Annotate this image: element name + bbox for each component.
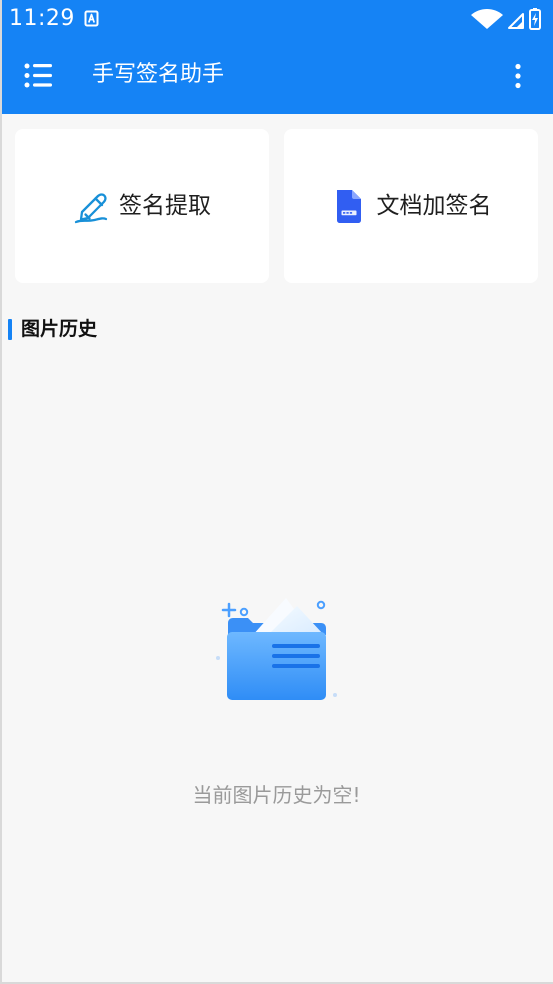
status-time: 11:29 — [9, 6, 75, 31]
battery-charging-icon — [529, 8, 541, 30]
signature-extract-content: 签名提取 — [15, 187, 269, 225]
document-signature-label: 文档加签名 — [376, 193, 492, 219]
image-history-title: 图片历史 — [21, 318, 98, 340]
more-options-button[interactable] — [514, 63, 522, 89]
document-icon — [336, 190, 361, 223]
section-marker — [8, 318, 12, 340]
document-signature-card[interactable]: 文档加签名 — [284, 129, 538, 283]
document-signature-content: 文档加签名 — [284, 187, 538, 225]
left-screen-edge — [0, 0, 2, 984]
quick-actions: 签名提取 文档加签名 — [15, 129, 538, 283]
status-bar: 11:29 — [0, 0, 553, 38]
top-bar: 11:29 手写签名助手 — [0, 0, 553, 114]
app-bar: 手写签名助手 — [0, 38, 553, 114]
empty-history-message: 当前图片历史为空! — [192, 783, 361, 807]
pen-signature-icon — [74, 193, 108, 224]
wifi-icon — [471, 9, 503, 29]
status-icons — [471, 8, 541, 30]
text-a-notification-icon — [84, 10, 99, 27]
image-history-header: 图片历史 — [8, 314, 97, 344]
empty-folder-icon — [216, 598, 337, 700]
list-menu-button[interactable] — [23, 62, 55, 89]
app-screen: 11:29 手写签名助手 签名提取 文档加签名 图片历史 当前图片历史为空! — [0, 0, 553, 984]
app-title: 手写签名助手 — [92, 62, 225, 87]
signature-extract-label: 签名提取 — [119, 193, 211, 219]
list-menu-icon — [24, 63, 52, 88]
cell-signal-icon — [508, 13, 524, 29]
more-vertical-icon — [515, 63, 521, 89]
signature-extract-card[interactable]: 签名提取 — [15, 129, 269, 283]
